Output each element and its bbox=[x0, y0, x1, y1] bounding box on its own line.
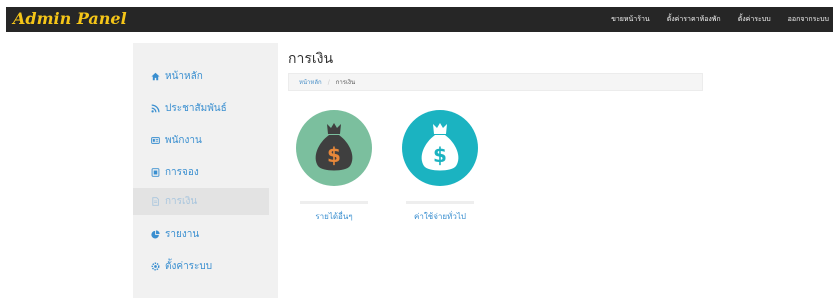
top-nav-links: ขายหน้าร้าน ตั้งค่าราคาห้องพัก ตั้งค่าระ… bbox=[594, 7, 829, 32]
sidebar-item-settings[interactable]: ตั้งค่าระบบ bbox=[133, 253, 269, 280]
other-income-card[interactable]: $ รายได้อื่นๆ bbox=[296, 110, 386, 225]
svg-text:$: $ bbox=[433, 143, 447, 167]
sidebar-item-label: การเงิน bbox=[165, 196, 198, 207]
sidebar-item-pr[interactable]: ประชาสัมพันธ์ bbox=[133, 95, 269, 122]
sidebar-item-label: พนักงาน bbox=[165, 135, 202, 146]
id-card-icon bbox=[150, 135, 161, 146]
page-title: การเงิน bbox=[288, 51, 334, 67]
money-bag-icon: $ bbox=[315, 123, 353, 171]
gear-icon bbox=[150, 261, 161, 272]
nav-link-pos[interactable]: ขายหน้าร้าน bbox=[611, 14, 650, 25]
sidebar: หน้าหลัก ประชาสัมพันธ์ พนักงาน การจอง กา… bbox=[133, 43, 278, 298]
sidebar-item-reports[interactable]: รายงาน bbox=[133, 221, 269, 248]
general-expense-card[interactable]: $ ค่าใช้จ่ายทั่วไป bbox=[402, 110, 492, 225]
card-shelf bbox=[300, 201, 368, 204]
nav-link-logout[interactable]: ออกจากระบบ bbox=[788, 14, 829, 25]
sidebar-item-label: การจอง bbox=[165, 167, 199, 178]
chart-icon bbox=[150, 229, 161, 240]
file-icon bbox=[150, 196, 161, 207]
general-expense-circle: $ bbox=[402, 110, 478, 186]
sidebar-item-label: ตั้งค่าระบบ bbox=[165, 261, 213, 272]
sidebar-item-label: รายงาน bbox=[165, 229, 200, 240]
home-icon bbox=[150, 71, 161, 82]
rss-icon bbox=[150, 103, 161, 114]
breadcrumb: หน้าหลัก / การเงิน bbox=[288, 73, 703, 91]
general-expense-label[interactable]: ค่าใช้จ่ายทั่วไป bbox=[402, 210, 478, 223]
sidebar-item-staff[interactable]: พนักงาน bbox=[133, 127, 269, 154]
nav-link-settings[interactable]: ตั้งค่าระบบ bbox=[738, 14, 771, 25]
other-income-label[interactable]: รายได้อื่นๆ bbox=[296, 210, 372, 223]
nav-link-room-rates[interactable]: ตั้งค่าราคาห้องพัก bbox=[667, 14, 721, 25]
booking-icon bbox=[150, 167, 161, 178]
breadcrumb-home-link[interactable]: หน้าหลัก bbox=[299, 77, 322, 87]
sidebar-item-label: หน้าหลัก bbox=[165, 71, 203, 82]
top-navbar: Admin Panel ขายหน้าร้าน ตั้งค่าราคาห้องพ… bbox=[6, 7, 833, 32]
sidebar-item-booking[interactable]: การจอง bbox=[133, 159, 269, 186]
breadcrumb-current: การเงิน bbox=[335, 79, 356, 86]
money-bag-icon: $ bbox=[421, 123, 459, 171]
breadcrumb-separator: / bbox=[327, 78, 330, 86]
other-income-circle: $ bbox=[296, 110, 372, 186]
sidebar-item-home[interactable]: หน้าหลัก bbox=[133, 63, 269, 90]
sidebar-item-label: ประชาสัมพันธ์ bbox=[165, 103, 227, 114]
svg-text:$: $ bbox=[327, 143, 341, 167]
sidebar-item-finance[interactable]: การเงิน bbox=[133, 188, 269, 215]
card-shelf bbox=[406, 201, 474, 204]
brand-logo[interactable]: Admin Panel bbox=[13, 9, 127, 29]
